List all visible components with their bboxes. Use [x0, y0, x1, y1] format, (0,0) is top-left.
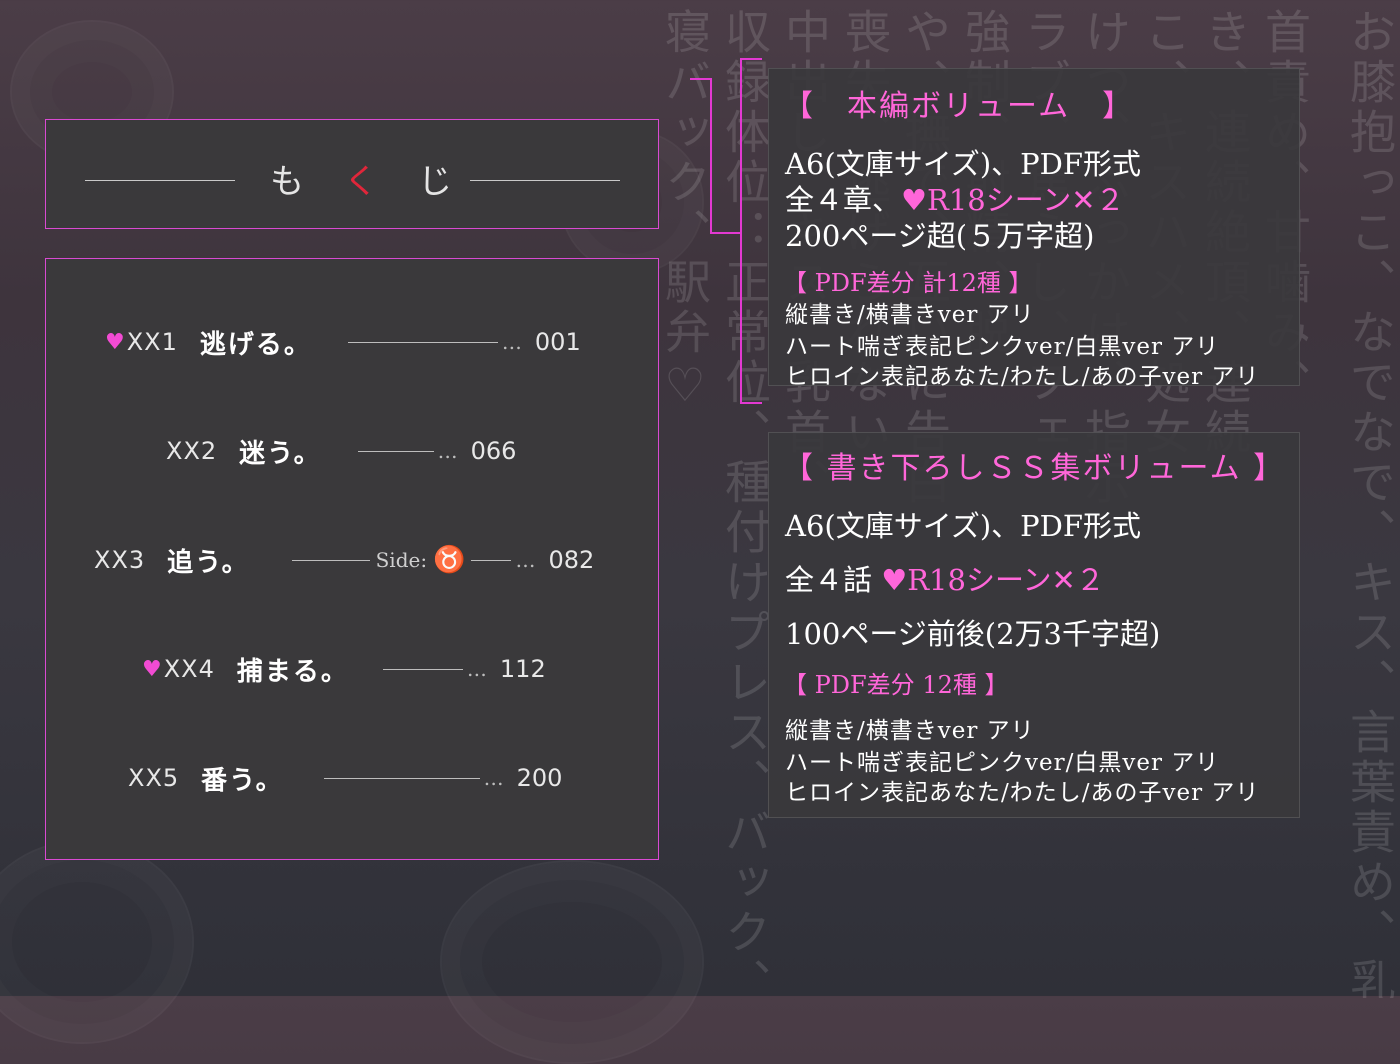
ss-diff-item: ヒロイン表記あなた/わたし/あの子ver アリ	[785, 780, 1260, 806]
main-diff-item: ヒロイン表記あなた/わたし/あの子ver アリ	[785, 364, 1260, 390]
heart-icon: ♥	[142, 656, 162, 682]
chapter-title: 追う。	[167, 547, 250, 578]
leader-dots: …	[466, 657, 488, 681]
main-diff-item: ハート喘ぎ表記ピンクver/白黒ver アリ	[785, 334, 1220, 360]
leader-line	[347, 341, 498, 343]
heart-icon: ♥	[105, 329, 125, 355]
ss-volume-heading: 【 書き下ろしＳＳ集ボリューム 】	[783, 451, 1286, 486]
ss-diff-item: 縦書き/横書きver アリ	[785, 718, 1035, 744]
title-rule-left	[85, 180, 235, 181]
chapter-code: ⅩⅩ3	[94, 546, 146, 574]
bracket-line	[710, 78, 712, 234]
chapter-title: 番う。	[201, 765, 284, 796]
bracket-line	[740, 402, 762, 404]
leader-line	[382, 668, 463, 670]
leader-line	[471, 559, 512, 561]
chapter-title: 迷う。	[239, 438, 322, 469]
background-keyword-column: お膝抱っこ、なでなで、キス、言葉責め、乳	[1343, 8, 1397, 998]
toc-row-5[interactable]: ⅩⅩ5 番う。 … 200	[128, 758, 562, 798]
chapter-code: ⅩⅩ5	[128, 764, 180, 792]
main-diff-heading: 【 PDF差分 計12種 】	[783, 269, 1033, 297]
heart-icon: ♥	[901, 183, 928, 217]
leader-line	[323, 777, 480, 779]
title-rule-right	[470, 180, 620, 181]
chapters-prefix: 全４章、	[785, 183, 902, 217]
leader-dots: …	[483, 766, 505, 790]
ss-volume-pages: 100ページ前後(2万3千字超)	[785, 617, 1161, 651]
main-volume-pages: 200ページ超(５万字超)	[785, 219, 1095, 253]
chapter-title: 捕まる。	[236, 656, 349, 687]
chapter-code: ⅩⅩ2	[166, 437, 218, 465]
toc-row-2[interactable]: ⅩⅩ2 迷う。 … 066	[166, 431, 516, 471]
taurus-icon: ♉	[433, 545, 466, 575]
ss-volume-format: A6(文庫サイズ)、PDF形式	[785, 509, 1142, 543]
main-volume-panel: 【 本編ボリューム 】 A6(文庫サイズ)、PDF形式 全４章、♥R18シーン✕…	[768, 68, 1300, 390]
main-volume-heading: 【 本編ボリューム 】	[783, 89, 1135, 124]
ss-diff-item: ハート喘ぎ表記ピンクver/白黒ver アリ	[785, 750, 1220, 776]
page-number: 082	[548, 546, 595, 574]
bracket-line	[710, 232, 740, 234]
toc-row-1[interactable]: ♥ ⅩⅩ1 逃げる。 … 001	[105, 322, 581, 362]
bracket-line	[740, 58, 762, 60]
bracket-line	[740, 58, 742, 404]
side-label: Side:	[375, 548, 428, 572]
background-keyword-column: 寝バック、駅弁♡	[658, 8, 712, 416]
toc-row-3[interactable]: ⅩⅩ3 追う。 Side: ♉ … 082	[94, 540, 594, 580]
bracket-line	[690, 78, 712, 80]
chapter-code: ⅩⅩ1	[126, 328, 178, 356]
chapter-code: ⅩⅩ4	[163, 655, 215, 683]
rose-decoration	[0, 840, 194, 1044]
page-number: 112	[499, 655, 546, 683]
ss-volume-chapters: 全４話 ♥R18シーン✕２	[785, 557, 1105, 599]
background-keyword-column: 収録体位：正常位、種付けプレス、バック、	[718, 8, 772, 998]
scenes-count: R18シーン✕２	[927, 183, 1125, 217]
leader-dots: …	[501, 330, 523, 354]
scenes-count: R18シーン✕２	[907, 563, 1105, 597]
ss-diff-heading: 【 PDF差分 12種 】	[783, 671, 1009, 699]
main-diff-item: 縦書き/横書きver アリ	[785, 302, 1035, 328]
leader-dots: …	[515, 548, 537, 572]
chapters-prefix: 全４話	[785, 563, 882, 597]
toc-row-4[interactable]: ♥ ⅩⅩ4 捕まる。 … 112	[142, 649, 546, 689]
leader-line	[357, 450, 434, 452]
leader-dots: …	[437, 439, 459, 463]
ss-volume-panel: 【 書き下ろしＳＳ集ボリューム 】 A6(文庫サイズ)、PDF形式 全４話 ♥R…	[768, 432, 1300, 818]
chapter-title: 逃げる。	[199, 329, 312, 360]
page-number: 200	[516, 764, 563, 792]
leader-line	[291, 559, 370, 561]
page-number: 001	[534, 328, 581, 356]
heart-icon: ♥	[881, 563, 908, 597]
page-number: 066	[470, 437, 517, 465]
toc-title: もくじ	[270, 162, 492, 202]
